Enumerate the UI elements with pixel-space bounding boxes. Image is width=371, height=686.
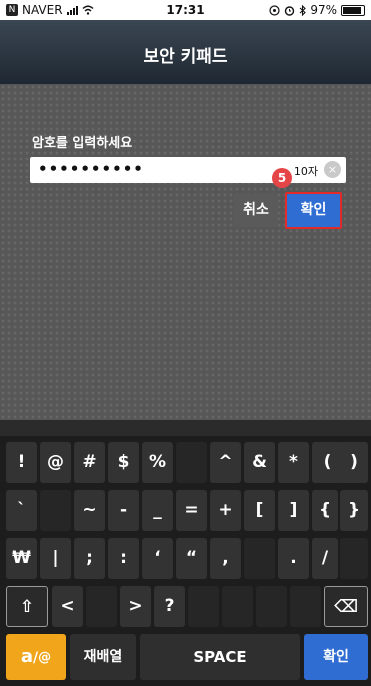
key-equals[interactable]: = (176, 490, 207, 531)
key-hash[interactable]: # (74, 442, 105, 483)
key-blank[interactable] (86, 586, 117, 627)
key-greater-than[interactable]: > (120, 586, 151, 627)
page-title: 보안 키패드 (143, 47, 228, 67)
shuffle-key[interactable]: 재배열 (70, 634, 136, 680)
key-asterisk[interactable]: * (278, 442, 309, 483)
key-question[interactable]: ? (154, 586, 185, 627)
battery-percent: 97% (310, 3, 337, 17)
key-comma[interactable]: , (210, 538, 241, 579)
key-won[interactable]: ₩ (6, 538, 37, 579)
key-dollar[interactable]: $ (108, 442, 139, 483)
key-caret[interactable]: ^ (210, 442, 241, 483)
shift-key[interactable]: ⇧ (6, 586, 48, 627)
key-blank[interactable] (340, 538, 368, 579)
battery-icon (341, 4, 365, 16)
mode-letter: a (20, 646, 34, 667)
space-key[interactable]: SPACE (140, 634, 300, 680)
key-percent[interactable]: % (142, 442, 173, 483)
key-blank[interactable] (40, 490, 71, 531)
key-minus[interactable]: - (108, 490, 139, 531)
key-period[interactable]: . (278, 538, 309, 579)
password-input[interactable]: •••••••••• 10자 × (30, 157, 346, 183)
key-semicolon[interactable]: ; (74, 538, 105, 579)
backspace-key[interactable]: ⌫ (324, 586, 368, 627)
key-backtick[interactable]: ` (6, 490, 37, 531)
backspace-icon: ⌫ (333, 597, 359, 617)
key-single-quote[interactable]: ‘ (142, 538, 173, 579)
location-icon (269, 4, 280, 16)
key-close-bracket[interactable]: ] (278, 490, 309, 531)
key-exclamation[interactable]: ! (6, 442, 37, 483)
password-panel: 암호를 입력하세요 •••••••••• 10자 × 5 취소 확인 (0, 84, 371, 420)
key-slash[interactable]: / (312, 538, 338, 579)
key-blank[interactable] (290, 586, 321, 627)
clear-icon[interactable]: × (324, 161, 341, 178)
key-ampersand[interactable]: & (244, 442, 275, 483)
password-dots: •••••••••• (38, 160, 144, 178)
key-double-quote[interactable]: “ (176, 538, 207, 579)
key-blank[interactable] (222, 586, 253, 627)
mode-switch-key[interactable]: a/@ (6, 634, 66, 680)
cancel-button[interactable]: 취소 (234, 194, 278, 227)
key-open-brace[interactable]: { (312, 490, 338, 531)
password-prompt: 암호를 입력하세요 (32, 136, 133, 151)
mode-symbol: @ (38, 650, 52, 665)
key-close-brace[interactable]: } (340, 490, 368, 531)
key-blank[interactable] (256, 586, 287, 627)
shift-icon: ⇧ (19, 597, 35, 617)
key-plus[interactable]: + (210, 490, 241, 531)
status-right: 97% (269, 3, 365, 17)
bluetooth-icon (299, 4, 307, 16)
key-colon[interactable]: : (108, 538, 139, 579)
title-bar: 보안 키패드 (0, 20, 371, 84)
secure-keyboard: ! @ # $ % ^ & * ( ) ` ~ - _ = + [ ] { } … (0, 436, 371, 686)
status-bar: N NAVER 17:31 97% (0, 0, 371, 20)
key-close-paren[interactable]: ) (340, 442, 368, 483)
confirm-button[interactable]: 확인 (285, 192, 342, 229)
key-tilde[interactable]: ~ (74, 490, 105, 531)
alarm-icon (285, 5, 295, 16)
keyboard-confirm-button[interactable]: 확인 (304, 634, 368, 680)
key-less-than[interactable]: < (52, 586, 83, 627)
key-at[interactable]: @ (40, 442, 71, 483)
key-open-paren[interactable]: ( (312, 442, 343, 483)
key-blank[interactable] (176, 442, 207, 483)
key-underscore[interactable]: _ (142, 490, 173, 531)
key-pipe[interactable]: | (40, 538, 71, 579)
key-open-bracket[interactable]: [ (244, 490, 275, 531)
key-blank[interactable] (244, 538, 275, 579)
step-badge: 5 (272, 168, 292, 188)
char-count: 10자 (293, 165, 318, 178)
key-blank[interactable] (188, 586, 219, 627)
